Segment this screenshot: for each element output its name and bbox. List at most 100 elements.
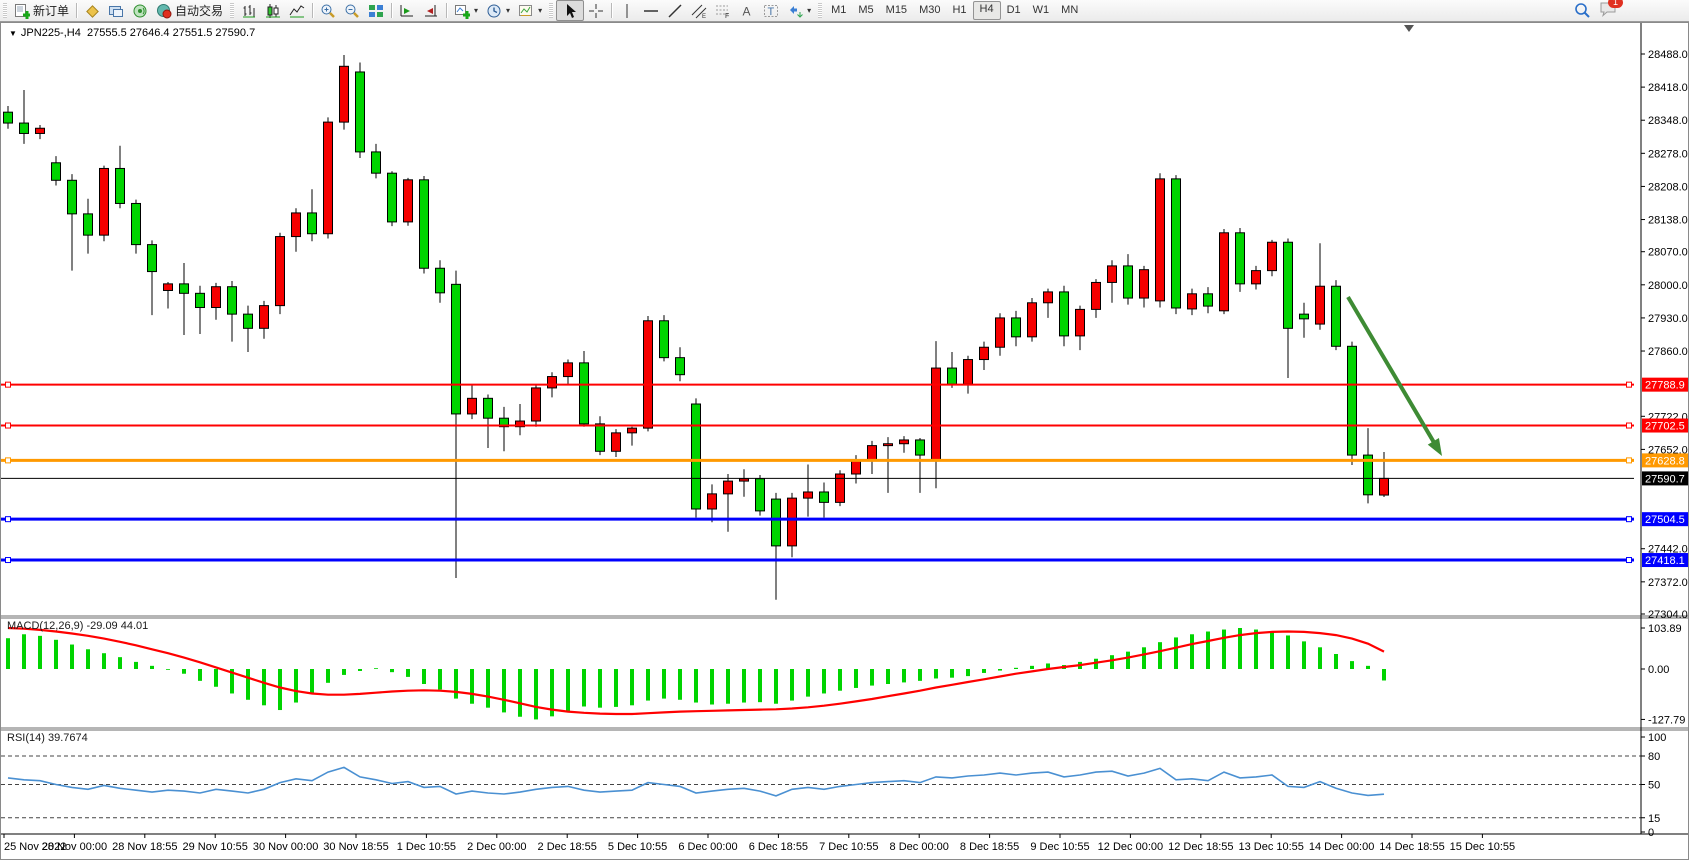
main-toolbar: 新订单 自动交易: [0, 0, 1689, 22]
macd-axis-label: 103.89: [1648, 623, 1682, 635]
macd-indicator-label: MACD(12,26,9) -29.09 44.01: [7, 620, 148, 632]
vertical-line-icon: [619, 3, 635, 19]
tab-timeframe-d1[interactable]: D1: [1001, 2, 1027, 19]
templates-icon: [518, 3, 534, 19]
autotrading-icon: [156, 3, 172, 19]
price-tick-label: 28208.0: [1648, 181, 1688, 193]
toolbar-grip: [549, 3, 553, 18]
date-tick-label: 30 Nov 18:55: [323, 841, 388, 853]
date-tick-label: 6 Dec 00:00: [678, 841, 737, 853]
price-tick-label: 27372.0: [1648, 577, 1688, 589]
price-tick-label: 28418.0: [1648, 82, 1688, 94]
notifications-button[interactable]: 1: [1599, 1, 1617, 20]
auto-scroll-icon: [423, 3, 439, 19]
new-order-icon: [14, 3, 30, 19]
rsi-axis-label: 0: [1648, 827, 1654, 839]
rsi-indicator-label: RSI(14) 39.7674: [7, 732, 88, 744]
date-tick-label: 8 Dec 18:55: [960, 841, 1019, 853]
chart-shift-icon: [399, 3, 415, 19]
price-line-badge: 27504.5: [1645, 514, 1685, 526]
candlestick-button[interactable]: [261, 1, 285, 20]
price-tick-label: 27930.0: [1648, 313, 1688, 325]
autotrading-button[interactable]: 自动交易: [152, 1, 227, 20]
text-label-button[interactable]: T: [759, 1, 783, 20]
tab-timeframe-w1[interactable]: W1: [1027, 2, 1056, 19]
date-tick-label: 13 Dec 10:55: [1238, 841, 1303, 853]
chart-shift-button[interactable]: [395, 1, 419, 20]
line-chart-button[interactable]: [285, 1, 309, 20]
macd-name: MACD(12,26,9): [7, 620, 83, 632]
zoom-in-icon: [320, 3, 336, 19]
rsi-axis-label: 100: [1648, 732, 1666, 744]
toolbar-grip: [3, 3, 7, 18]
signals-button[interactable]: [128, 1, 152, 20]
equidistant-channel-button[interactable]: E: [687, 1, 711, 20]
date-tick-label: 14 Dec 18:55: [1379, 841, 1444, 853]
chevron-down-icon: ▾: [807, 6, 811, 15]
new-order-label: 新订单: [33, 2, 69, 19]
crosshair-icon: [588, 3, 604, 19]
fibonacci-button[interactable]: F: [711, 1, 735, 20]
chevron-down-icon: ▾: [474, 6, 478, 15]
search-icon[interactable]: [1574, 2, 1591, 19]
terminal-button[interactable]: [104, 1, 128, 20]
templates-button[interactable]: ▾: [514, 1, 546, 20]
price-line-badge: 27788.9: [1645, 380, 1685, 392]
arrows-button[interactable]: ▾: [783, 1, 815, 20]
trendline-button[interactable]: [663, 1, 687, 20]
horizontal-line-button[interactable]: [639, 1, 663, 20]
equidistant-channel-icon: E: [691, 3, 707, 19]
date-tick-label: 2 Dec 00:00: [467, 841, 526, 853]
tile-windows-button[interactable]: [364, 1, 388, 20]
zoom-out-icon: [344, 3, 360, 19]
tab-timeframe-h1[interactable]: H1: [946, 2, 972, 19]
bar-chart-icon: [241, 3, 257, 19]
chevron-down-icon: ▾: [538, 6, 542, 15]
auto-scroll-button[interactable]: [419, 1, 443, 20]
tab-timeframe-mn[interactable]: MN: [1055, 2, 1084, 19]
date-tick-label: 15 Dec 10:55: [1450, 841, 1515, 853]
price-tick-label: 28488.0: [1648, 49, 1688, 61]
cursor-button[interactable]: [556, 0, 584, 21]
tab-timeframe-m15[interactable]: M15: [880, 2, 913, 19]
rsi-line: [8, 767, 1384, 796]
price-tick-label: 28138.0: [1648, 215, 1688, 227]
vertical-line-button[interactable]: [615, 1, 639, 20]
bar-chart-button[interactable]: [237, 1, 261, 20]
price-tick-label: 27860.0: [1648, 346, 1688, 358]
date-tick-label: 6 Dec 18:55: [749, 841, 808, 853]
price-tick-label: 27304.0: [1648, 609, 1688, 621]
metaeditor-button[interactable]: [80, 1, 104, 20]
price-line-badge: 27590.7: [1645, 473, 1685, 485]
new-order-button[interactable]: 新订单: [10, 1, 73, 20]
svg-text:T: T: [768, 6, 775, 18]
chart-window[interactable]: ▼JPN225-,H4 27555.5 27646.4 27551.5 2759…: [0, 22, 1689, 860]
price-chart-canvas[interactable]: 28488.028418.028348.028278.028208.028138…: [1, 23, 1688, 859]
signals-icon: [132, 3, 148, 19]
line-chart-icon: [289, 3, 305, 19]
chevron-down-icon: ▾: [506, 6, 510, 15]
tab-timeframe-m1[interactable]: M1: [825, 2, 852, 19]
periods-button[interactable]: ▾: [482, 1, 514, 20]
tab-timeframe-m30[interactable]: M30: [913, 2, 946, 19]
chevron-down-icon: ▼: [9, 29, 17, 38]
clock-icon: [486, 3, 502, 19]
toolbar-separator: [76, 3, 77, 18]
zoom-out-button[interactable]: [340, 1, 364, 20]
tab-timeframe-h4[interactable]: H4: [973, 1, 1001, 20]
terminal-icon: [108, 3, 124, 19]
indicators-button[interactable]: ▾: [450, 1, 482, 20]
zoom-in-button[interactable]: [316, 1, 340, 20]
text-button[interactable]: A: [735, 1, 759, 20]
price-tick-label: 28070.0: [1648, 247, 1688, 259]
tab-timeframe-m5[interactable]: M5: [852, 2, 879, 19]
date-tick-label: 14 Dec 00:00: [1309, 841, 1374, 853]
svg-text:F: F: [725, 13, 729, 19]
toolbar-separator: [312, 3, 313, 18]
rsi-name: RSI(14): [7, 732, 45, 744]
metaeditor-icon: [84, 3, 100, 19]
date-tick-label: 1 Dec 10:55: [397, 841, 456, 853]
candlestick-icon: [265, 3, 281, 19]
crosshair-button[interactable]: [584, 1, 608, 20]
date-tick-label: 12 Dec 00:00: [1098, 841, 1163, 853]
